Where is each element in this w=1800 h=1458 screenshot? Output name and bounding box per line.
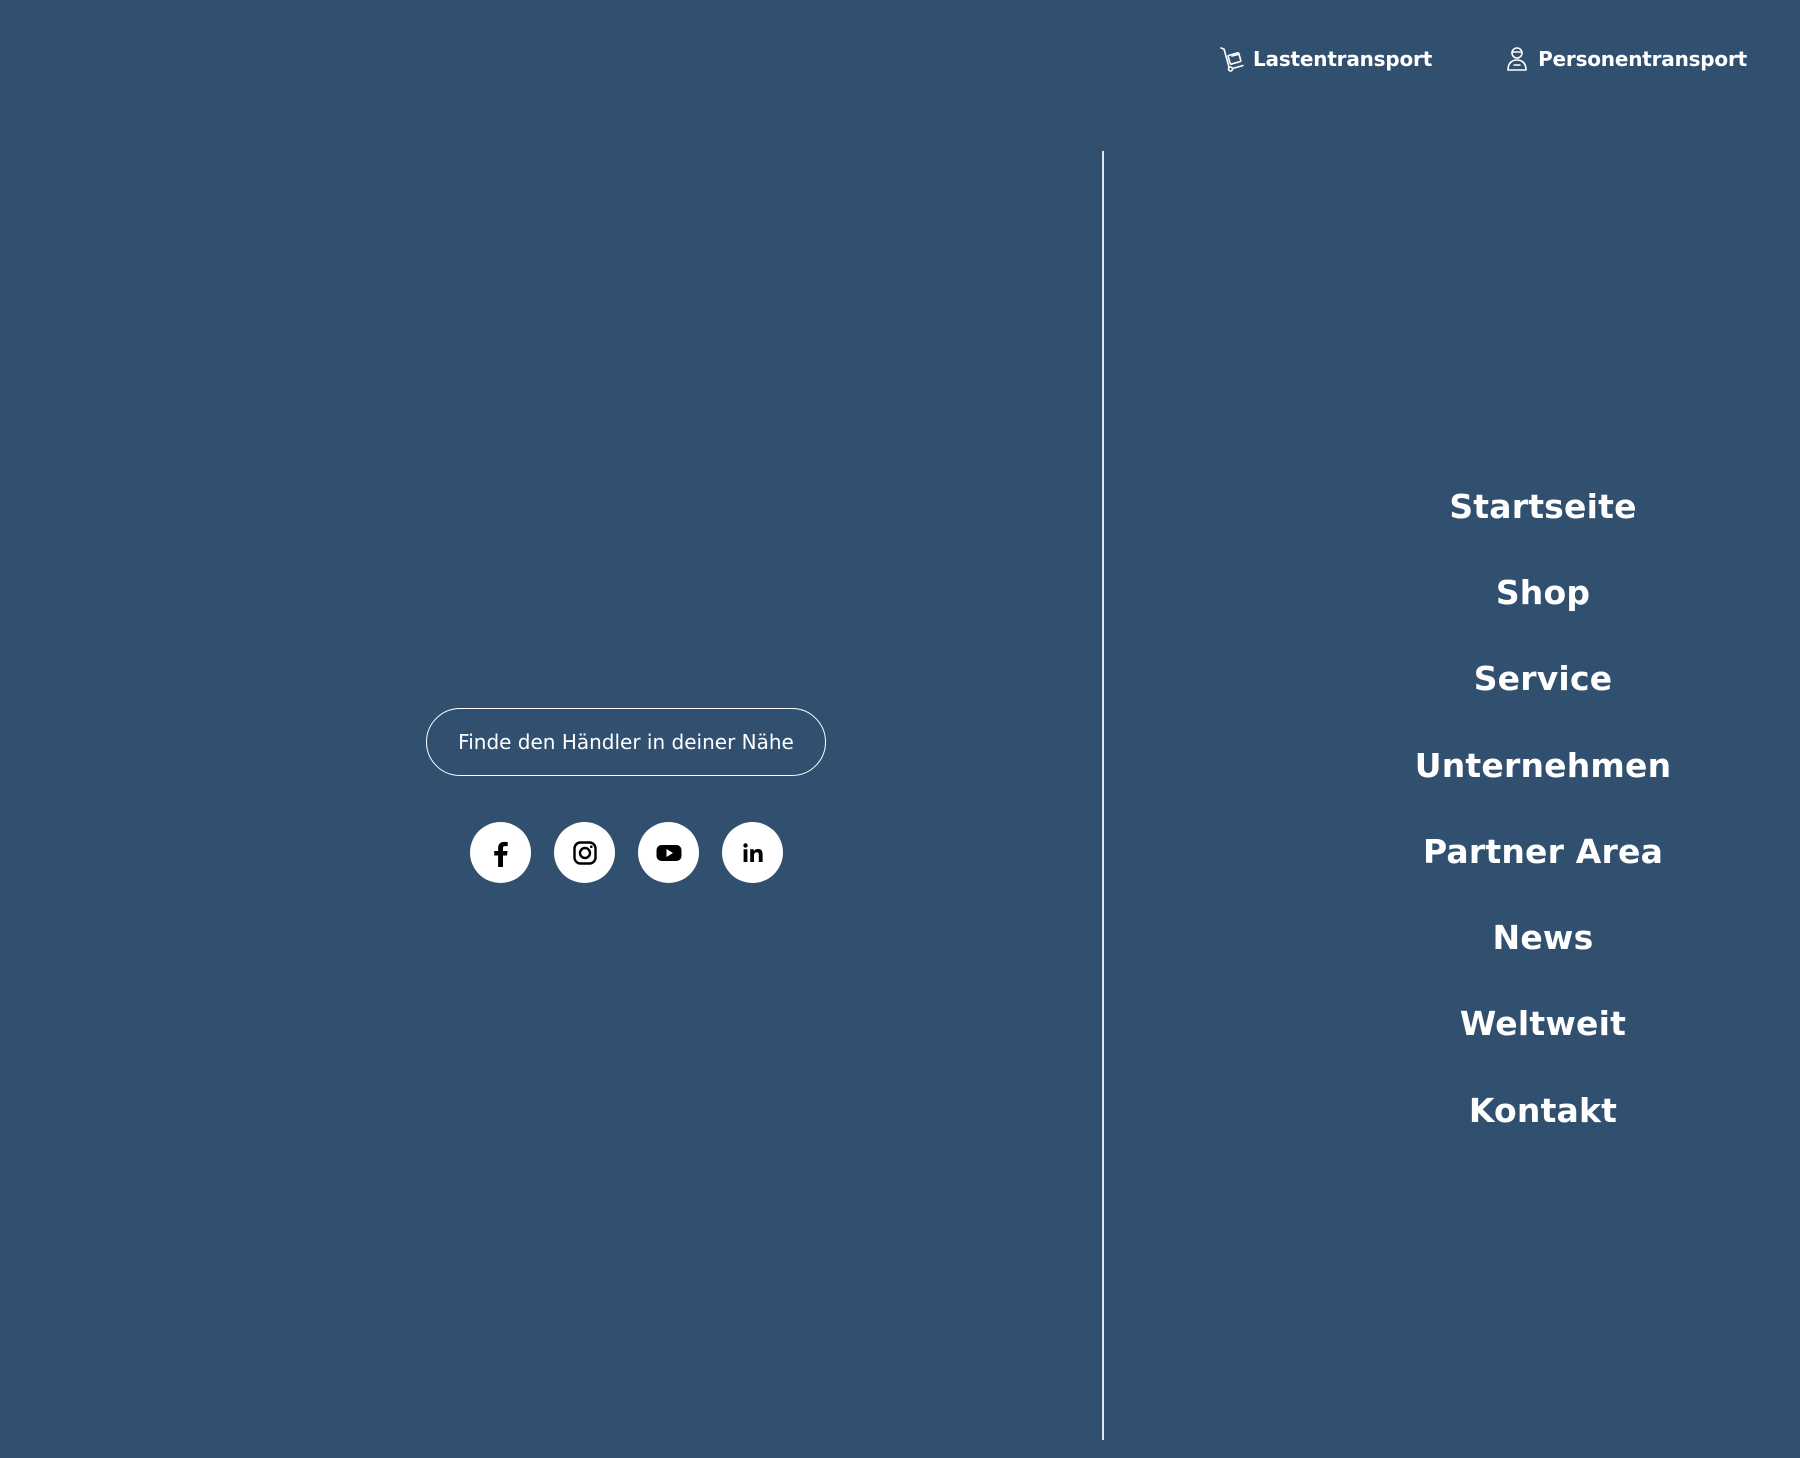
facebook-icon — [486, 838, 516, 868]
nav-item-shop: Shop — [1400, 549, 1686, 635]
social-links — [470, 822, 783, 883]
find-dealer-button[interactable]: Finde den Händler in deiner Nähe — [426, 708, 826, 776]
nav-item-kontakt: Kontakt — [1400, 1067, 1686, 1153]
instagram-icon — [570, 838, 600, 868]
vertical-divider — [1102, 151, 1104, 1440]
youtube-link[interactable] — [638, 822, 699, 883]
nav-item-startseite: Startseite — [1400, 463, 1686, 549]
topbar-link-lastentransport[interactable]: Lastentransport — [1217, 44, 1432, 74]
nav-item-partner-area: Partner Area — [1400, 808, 1686, 894]
nav-item-service: Service — [1400, 636, 1686, 722]
main-navigation: Startseite Shop Service Unternehmen Part… — [1400, 463, 1686, 1153]
nav-link[interactable]: Kontakt — [1469, 1091, 1617, 1130]
nav-item-weltweit: Weltweit — [1400, 981, 1686, 1067]
nav-link[interactable]: Unternehmen — [1415, 746, 1672, 785]
linkedin-icon — [738, 838, 768, 868]
top-links: Lastentransport Personentransport — [1217, 44, 1747, 74]
cargo-hand-truck-icon — [1217, 44, 1247, 74]
nav-link[interactable]: Weltweit — [1460, 1004, 1626, 1043]
person-icon — [1502, 44, 1532, 74]
youtube-icon — [654, 838, 684, 868]
topbar-link-label: Personentransport — [1538, 47, 1747, 71]
nav-link[interactable]: Startseite — [1449, 487, 1636, 526]
nav-item-unternehmen: Unternehmen — [1400, 722, 1686, 808]
nav-link[interactable]: Partner Area — [1423, 832, 1663, 871]
linkedin-link[interactable] — [722, 822, 783, 883]
topbar-link-label: Lastentransport — [1253, 47, 1433, 71]
nav-link[interactable]: Service — [1474, 659, 1613, 698]
facebook-link[interactable] — [470, 822, 531, 883]
nav-link[interactable]: News — [1493, 918, 1594, 957]
nav-link[interactable]: Shop — [1496, 573, 1590, 612]
topbar-link-personentransport[interactable]: Personentransport — [1502, 44, 1747, 74]
nav-item-news: News — [1400, 894, 1686, 980]
instagram-link[interactable] — [554, 822, 615, 883]
